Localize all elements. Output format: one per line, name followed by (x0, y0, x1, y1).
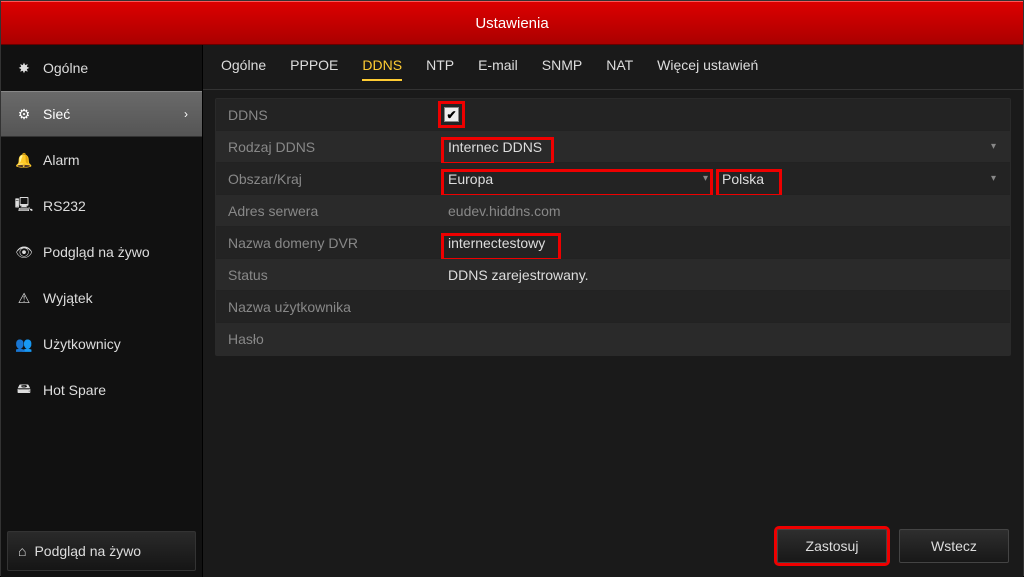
gear-icon: ✸ (15, 60, 33, 77)
chevron-down-icon: ▾ (991, 141, 996, 152)
sidebar-item-label: Hot Spare (43, 382, 106, 398)
sidebar-item-label: Alarm (43, 152, 80, 168)
region-value: Europa (448, 171, 493, 187)
chevron-down-icon: ▾ (991, 173, 996, 184)
domain-label: Nazwa domeny DVR (216, 235, 444, 251)
sidebar: ✸ Ogólne ⚙ Sieć › 🔔 Alarm 🖳 RS232 👁 Podg… (1, 45, 203, 577)
sidebar-item-network[interactable]: ⚙ Sieć › (1, 91, 202, 137)
domain-input[interactable]: internectestowy (444, 235, 545, 251)
sidebar-item-label: Użytkownicy (43, 336, 121, 352)
tab-ddns[interactable]: DDNS (362, 57, 402, 81)
footer-buttons: Zastosuj Wstecz (203, 519, 1023, 577)
tab-snmp[interactable]: SNMP (542, 57, 582, 81)
tabs: Ogólne PPPOE DDNS NTP E-mail SNMP NAT Wi… (203, 45, 1023, 90)
home-icon: ⌂ (18, 543, 26, 559)
bell-icon: 🔔 (15, 152, 33, 169)
ddns-enable-label: DDNS (216, 107, 444, 123)
sidebar-item-exception[interactable]: ⚠ Wyjątek (1, 275, 202, 321)
warning-icon: ⚠ (15, 290, 33, 307)
sidebar-item-label: Ogólne (43, 60, 88, 76)
network-icon: ⚙ (15, 106, 33, 123)
status-value: DDNS zarejestrowany. (444, 267, 589, 283)
sidebar-item-rs232[interactable]: 🖳 RS232 (1, 183, 202, 229)
sidebar-item-label: Wyjątek (43, 290, 93, 306)
chevron-right-icon: › (184, 107, 188, 121)
tab-nat[interactable]: NAT (606, 57, 633, 81)
username-label: Nazwa użytkownika (216, 299, 444, 315)
country-select[interactable]: Polska ▾ (714, 171, 1002, 187)
apply-button[interactable]: Zastosuj (777, 529, 887, 563)
chevron-down-icon: ▾ (703, 173, 708, 184)
sidebar-footer-label: Podgląd na żywo (34, 543, 141, 559)
sidebar-item-label: RS232 (43, 198, 86, 214)
page-title: Ustawienia (475, 15, 548, 32)
tab-email[interactable]: E-mail (478, 57, 518, 81)
serial-icon: 🖳 (15, 194, 33, 218)
region-select[interactable]: Europa ▾ (444, 171, 714, 187)
sidebar-item-hotspare[interactable]: 🖴 Hot Spare (1, 367, 202, 413)
main-content: Ogólne PPPOE DDNS NTP E-mail SNMP NAT Wi… (203, 45, 1023, 577)
ddns-type-select[interactable]: Internec DDNS ▾ (444, 139, 1002, 155)
back-label: Wstecz (931, 538, 977, 554)
ddns-form: DDNS ✔ Rodzaj DDNS Internec DDNS ▾ (215, 98, 1011, 356)
country-value: Polska (722, 171, 764, 187)
drive-icon: 🖴 (15, 378, 33, 402)
users-icon: 👥 (15, 336, 33, 353)
ddns-type-value: Internec DDNS (448, 139, 542, 155)
server-value: eudev.hiddns.com (444, 203, 561, 219)
region-label: Obszar/Kraj (216, 171, 444, 187)
sidebar-item-general[interactable]: ✸ Ogólne (1, 45, 202, 91)
sidebar-item-liveview[interactable]: 👁 Podgląd na żywo (1, 229, 202, 275)
apply-label: Zastosuj (806, 538, 859, 554)
sidebar-footer-liveview[interactable]: ⌂ Podgląd na żywo (7, 531, 196, 571)
sidebar-item-label: Sieć (43, 106, 70, 122)
back-button[interactable]: Wstecz (899, 529, 1009, 563)
ddns-type-label: Rodzaj DDNS (216, 139, 444, 155)
tab-ntp[interactable]: NTP (426, 57, 454, 81)
ddns-checkbox[interactable]: ✔ (444, 107, 459, 122)
sidebar-item-label: Podgląd na żywo (43, 244, 150, 260)
sidebar-item-users[interactable]: 👥 Użytkownicy (1, 321, 202, 367)
password-label: Hasło (216, 331, 444, 347)
sidebar-item-alarm[interactable]: 🔔 Alarm (1, 137, 202, 183)
tab-general[interactable]: Ogólne (221, 57, 266, 81)
tab-pppoe[interactable]: PPPOE (290, 57, 338, 81)
tab-more[interactable]: Więcej ustawień (657, 57, 758, 81)
eye-icon: 👁 (15, 244, 33, 261)
server-label: Adres serwera (216, 203, 444, 219)
status-label: Status (216, 267, 444, 283)
